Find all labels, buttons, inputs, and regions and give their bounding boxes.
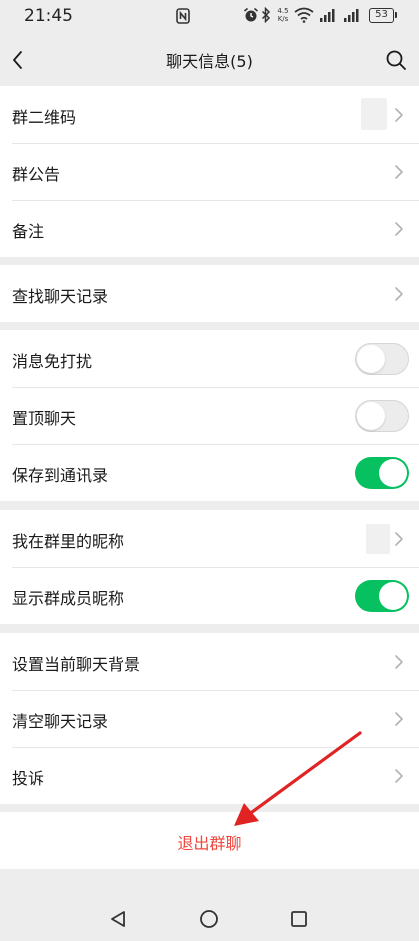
wifi-icon: [294, 7, 314, 23]
show-nicknames-label: 显示群成员昵称: [12, 589, 125, 608]
status-time: 21:45: [24, 6, 73, 26]
row-search-history[interactable]: 查找聊天记录: [0, 265, 419, 322]
chevron-right-icon: [395, 655, 403, 669]
search-icon[interactable]: [384, 48, 408, 72]
status-icons: 4.5 K/s 53: [243, 7, 413, 27]
row-remark[interactable]: 备注: [0, 200, 419, 257]
row-mute: 消息免打扰: [0, 330, 419, 387]
square-recents-icon[interactable]: [290, 910, 308, 928]
settings-group-info: 群二维码 群公告 备注: [0, 86, 419, 257]
top-navigation-bar: 聊天信息(5): [0, 34, 419, 86]
chevron-right-icon: [395, 165, 403, 179]
status-bar: 21:45 4.5 K/s 53: [0, 0, 419, 34]
nickname-value-placeholder: [366, 524, 390, 554]
page-title: 聊天信息(5): [166, 52, 253, 71]
qr-code-label: 群二维码: [12, 108, 77, 127]
chevron-right-icon: [395, 222, 403, 236]
pin-toggle[interactable]: [355, 400, 409, 432]
row-chat-background[interactable]: 设置当前聊天背景: [0, 633, 419, 690]
qr-code-thumbnail: [361, 98, 387, 130]
nfc-icon: [176, 8, 190, 24]
chat-background-label: 设置当前聊天背景: [12, 655, 141, 674]
chevron-right-icon: [395, 108, 403, 122]
signal-icon: [344, 9, 359, 22]
row-qr-code[interactable]: 群二维码: [0, 86, 419, 143]
settings-group-toggles: 消息免打扰 置顶聊天 保存到通讯录: [0, 330, 419, 501]
remark-label: 备注: [12, 222, 45, 241]
circle-home-icon[interactable]: [199, 909, 219, 929]
row-clear-history[interactable]: 清空聊天记录: [0, 690, 419, 747]
settings-group-search: 查找聊天记录: [0, 265, 419, 322]
network-speed-value: 4.5: [277, 7, 289, 15]
bluetooth-icon: [261, 7, 271, 23]
my-nickname-label: 我在群里的昵称: [12, 532, 125, 551]
exit-group-button[interactable]: 退出群聊: [0, 812, 419, 869]
battery-icon: 53: [369, 8, 397, 23]
save-contacts-toggle[interactable]: [355, 457, 409, 489]
mute-toggle[interactable]: [355, 343, 409, 375]
network-speed: 4.5 K/s: [275, 7, 291, 23]
toggle-knob: [357, 344, 385, 373]
row-announcement[interactable]: 群公告: [0, 143, 419, 200]
exit-group-label: 退出群聊: [177, 834, 242, 853]
chevron-right-icon: [395, 769, 403, 783]
toggle-knob: [357, 401, 385, 430]
toggle-knob: [379, 459, 407, 487]
show-nicknames-toggle[interactable]: [355, 580, 409, 612]
chevron-right-icon: [395, 287, 403, 301]
alarm-icon: [243, 7, 259, 22]
pin-label: 置顶聊天: [12, 409, 77, 428]
settings-group-nickname: 我在群里的昵称 显示群成员昵称: [0, 510, 419, 624]
chevron-right-icon: [395, 712, 403, 726]
toggle-knob: [379, 582, 407, 610]
search-history-label: 查找聊天记录: [12, 287, 109, 306]
settings-group-misc: 设置当前聊天背景 清空聊天记录 投诉: [0, 633, 419, 804]
clear-history-label: 清空聊天记录: [12, 712, 109, 731]
system-navigation-bar: [0, 895, 419, 941]
row-report[interactable]: 投诉: [0, 747, 419, 804]
chevron-right-icon: [395, 532, 403, 546]
triangle-back-icon[interactable]: [108, 909, 128, 929]
announcement-label: 群公告: [12, 165, 61, 184]
row-save-contacts: 保存到通讯录: [0, 444, 419, 501]
save-contacts-label: 保存到通讯录: [12, 466, 109, 485]
battery-level: 53: [375, 9, 388, 20]
row-show-nicknames: 显示群成员昵称: [0, 567, 419, 624]
mute-label: 消息免打扰: [12, 352, 93, 371]
network-speed-unit: K/s: [277, 15, 289, 23]
report-label: 投诉: [12, 769, 45, 788]
signal-icon: [320, 9, 335, 22]
row-pin: 置顶聊天: [0, 387, 419, 444]
row-my-nickname[interactable]: 我在群里的昵称: [0, 510, 419, 567]
